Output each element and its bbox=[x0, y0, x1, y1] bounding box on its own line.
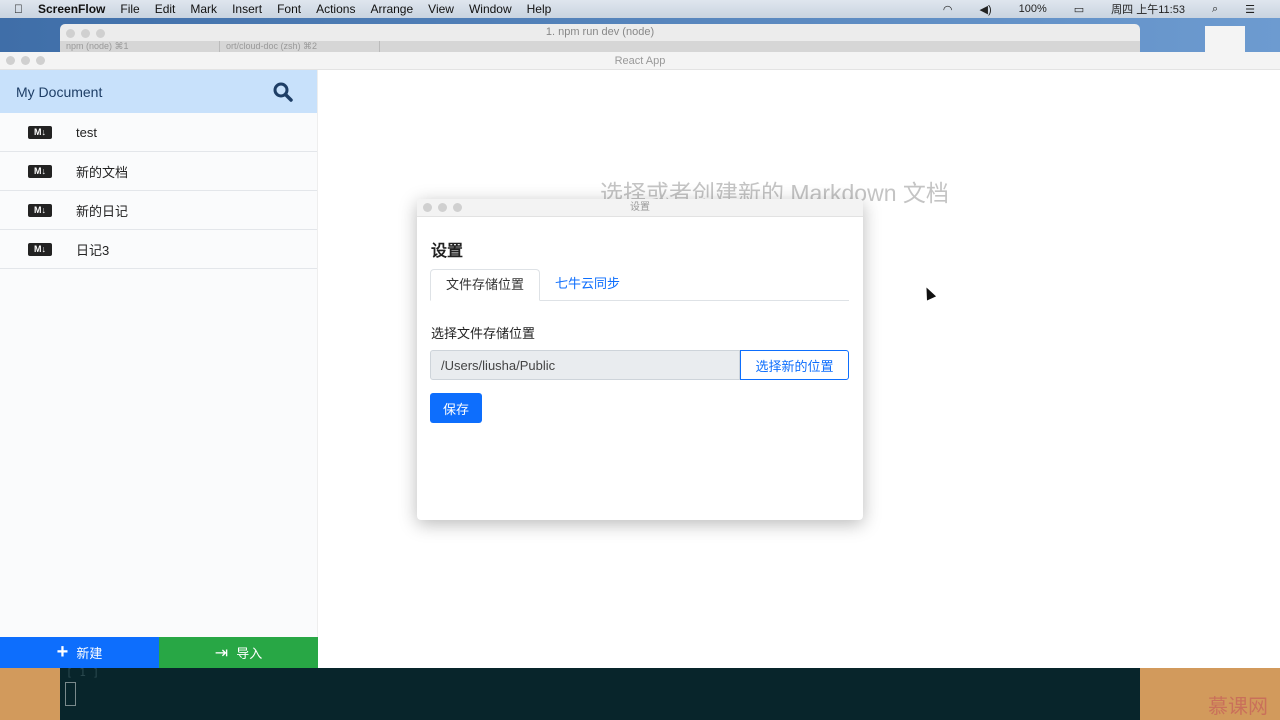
terminal-prompt: [ 1 ] bbox=[66, 666, 100, 679]
sidebar-title: My Document bbox=[16, 83, 103, 100]
menu-insert[interactable]: Insert bbox=[232, 2, 262, 16]
spotlight-icon[interactable]: ⌕ bbox=[1212, 3, 1218, 16]
import-file-icon: ⇥ bbox=[214, 644, 229, 662]
sidebar: My Document M↓ test M↓ 新的文档 M↓ 新的日记 M↓ 日记3 +… bbox=[0, 70, 318, 668]
menu-mark[interactable]: Mark bbox=[190, 2, 217, 16]
wifi-icon[interactable]: ◠ bbox=[943, 3, 953, 16]
terminal-body: [ 1 ] bbox=[60, 666, 1140, 720]
markdown-icon: M↓ bbox=[28, 242, 52, 256]
menu-edit[interactable]: Edit bbox=[155, 2, 176, 16]
tab-qiniu-sync[interactable]: 七牛云同步 bbox=[540, 269, 635, 300]
close-button[interactable] bbox=[423, 203, 432, 212]
minimize-button[interactable] bbox=[21, 56, 30, 65]
battery-percent[interactable]: 100% bbox=[1019, 3, 1047, 15]
file-item[interactable]: M↓ test bbox=[0, 113, 317, 152]
battery-icon: ▭ bbox=[1073, 3, 1085, 16]
field-label: 选择文件存储位置 bbox=[431, 326, 536, 341]
import-label: 导入 bbox=[236, 646, 263, 661]
terminal-cursor bbox=[65, 682, 76, 706]
import-button[interactable]: ⇥ 导入 bbox=[159, 637, 318, 668]
new-label: 新建 bbox=[76, 646, 103, 661]
file-name: 新的文档 bbox=[76, 164, 129, 180]
file-item[interactable]: M↓ 新的日记 bbox=[0, 191, 317, 230]
window-title: React App bbox=[614, 55, 666, 67]
search-icon[interactable] bbox=[273, 82, 293, 102]
close-button[interactable] bbox=[6, 56, 15, 65]
zoom-button[interactable] bbox=[36, 56, 45, 65]
watermark: 慕课网 bbox=[1208, 696, 1268, 718]
dialog-window-title: 设置 bbox=[630, 202, 650, 213]
choose-location-button[interactable]: 选择新的位置 bbox=[740, 350, 849, 380]
apple-icon[interactable]:  bbox=[14, 2, 23, 16]
volume-icon[interactable]: ◀) bbox=[980, 3, 992, 16]
menu-arrange[interactable]: Arrange bbox=[370, 2, 413, 16]
clock[interactable]: 周四 上午11:53 bbox=[1111, 1, 1185, 17]
settings-tabs: 文件存储位置 七牛云同步 bbox=[430, 269, 849, 301]
menu-window[interactable]: Window bbox=[469, 2, 512, 16]
menu-help[interactable]: Help bbox=[527, 2, 552, 16]
save-button[interactable]: 保存 bbox=[430, 393, 482, 423]
new-file-button[interactable]: + 新建 bbox=[0, 637, 159, 668]
menu-actions[interactable]: Actions bbox=[316, 2, 355, 16]
tab-file-location[interactable]: 文件存储位置 bbox=[430, 269, 541, 301]
file-name: 日记3 bbox=[76, 242, 110, 258]
file-name: test bbox=[76, 124, 97, 140]
menu-bar:  ScreenFlow File Edit Mark Insert Font … bbox=[0, 0, 1280, 18]
markdown-icon: M↓ bbox=[28, 125, 52, 139]
file-item[interactable]: M↓ 新的文档 bbox=[0, 152, 317, 191]
sidebar-header: My Document bbox=[0, 70, 317, 113]
markdown-icon: M↓ bbox=[28, 203, 52, 217]
terminal-title: 1. npm run dev (node) bbox=[545, 26, 655, 38]
menu-view[interactable]: View bbox=[428, 2, 454, 16]
notification-center-icon[interactable]: ☰ bbox=[1245, 3, 1255, 16]
file-item[interactable]: M↓ 日记3 bbox=[0, 230, 317, 269]
menu-app[interactable]: ScreenFlow bbox=[38, 2, 105, 16]
minimize-button[interactable] bbox=[438, 203, 447, 212]
menu-file[interactable]: File bbox=[120, 2, 139, 16]
file-name: 新的日记 bbox=[76, 203, 129, 219]
terminal-window: 1. npm run dev (node) npm (node) ⌘1 ort/… bbox=[60, 24, 1140, 54]
settings-dialog: 设置 设置 文件存储位置 七牛云同步 选择文件存储位置 选择新的位置 保存 bbox=[417, 199, 863, 520]
zoom-button[interactable] bbox=[453, 203, 462, 212]
path-input[interactable] bbox=[430, 350, 740, 380]
markdown-icon: M↓ bbox=[28, 164, 52, 178]
menu-font[interactable]: Font bbox=[277, 2, 301, 16]
dialog-heading: 设置 bbox=[431, 243, 464, 260]
plus-icon: + bbox=[56, 641, 69, 663]
